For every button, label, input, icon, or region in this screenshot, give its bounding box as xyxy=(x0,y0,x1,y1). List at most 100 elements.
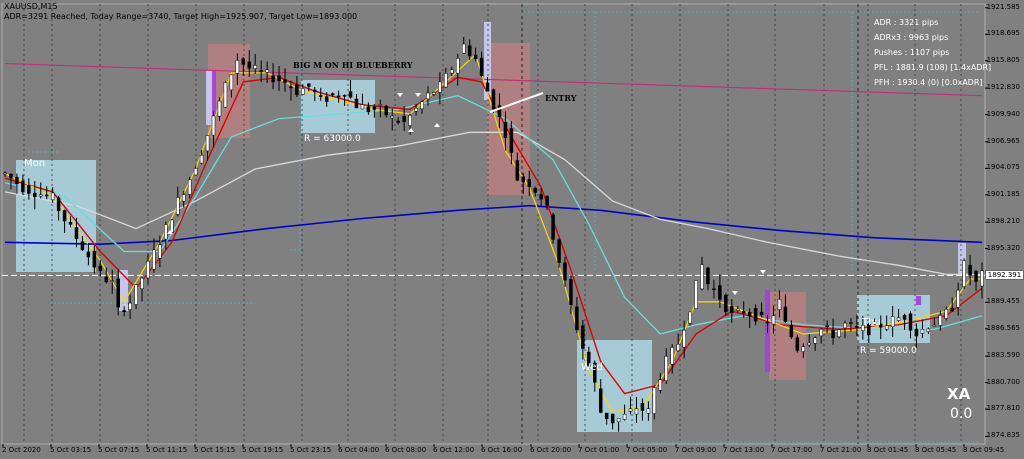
candle-body xyxy=(360,104,365,110)
candle-body xyxy=(950,307,954,312)
candle-body xyxy=(247,61,251,69)
time-tick-label: 8 Oct 01:45 xyxy=(867,446,909,454)
annotation-range-2: R = 59000.0 xyxy=(860,346,917,356)
price-tick-label: 1904.075 xyxy=(986,163,1020,172)
candle-body xyxy=(575,306,579,331)
candle-body xyxy=(682,329,686,348)
info-adrx3: ADRx3 : 9963 pips xyxy=(874,33,949,42)
candle-body xyxy=(688,311,692,324)
current-price-tag: 1892.391 xyxy=(985,270,1024,281)
info-pfl: PFL : 1881.9 (108) [1.4xADR] xyxy=(874,63,992,72)
candle-body xyxy=(837,329,841,338)
candle-body xyxy=(235,60,240,74)
candle-body xyxy=(193,168,198,176)
candle-body xyxy=(533,187,537,193)
candle-body xyxy=(730,306,734,314)
candle-body xyxy=(128,302,132,310)
candle-body xyxy=(164,224,168,240)
info-pushes: Pushes : 1107 pips xyxy=(874,48,950,57)
time-tick-label: 5 Oct 23:15 xyxy=(290,446,332,454)
candle-body xyxy=(408,115,412,126)
price-tick-label: 1886.565 xyxy=(986,323,1020,332)
price-tick-label: 1921.585 xyxy=(986,2,1020,11)
candle-body xyxy=(414,107,418,112)
range-box-mon xyxy=(16,160,96,272)
candle-body xyxy=(628,408,633,412)
candle-body xyxy=(736,308,740,311)
signal-arrow-icon xyxy=(397,93,403,97)
time-tick-label: 5 Oct 07:15 xyxy=(98,446,140,454)
annotation-blueberry: BIG M ON HI BLUEBERRY xyxy=(293,60,413,70)
candle-body xyxy=(217,100,222,117)
candle-body xyxy=(211,115,216,136)
candle-body xyxy=(307,83,311,87)
candle-body xyxy=(33,192,37,198)
price-tick-label: 1883.590 xyxy=(986,351,1020,360)
time-tick-label: 5 Oct 19:15 xyxy=(242,446,284,454)
candle-body xyxy=(44,194,49,197)
price-tick-label: 1909.940 xyxy=(986,109,1020,118)
candle-body xyxy=(747,312,752,317)
candle-body xyxy=(801,346,806,352)
brand-name: XA xyxy=(947,385,971,403)
candle-body xyxy=(521,176,526,183)
candle-body xyxy=(473,54,478,60)
candle-body xyxy=(390,115,394,119)
candle-body xyxy=(50,192,55,201)
time-tick-label: 7 Oct 17:00 xyxy=(771,446,813,454)
annotation-range-1: R = 63000.0 xyxy=(304,134,361,144)
candle-body xyxy=(170,219,174,233)
candle-body xyxy=(68,222,73,225)
time-tick-label: 7 Oct 09:00 xyxy=(675,446,717,454)
candle-body xyxy=(724,294,728,313)
candle-body xyxy=(598,388,603,413)
candle-body xyxy=(509,128,514,153)
info-pfh: PFH : 1930.4 (0) [0.0xADR] xyxy=(874,78,983,87)
candle-body xyxy=(241,58,246,65)
candle-body xyxy=(539,194,543,200)
candle-body xyxy=(694,280,698,310)
signal-arrow-icon xyxy=(408,128,414,132)
candle-body xyxy=(646,408,651,414)
candle-body xyxy=(289,86,293,89)
candle-body xyxy=(9,173,13,179)
time-tick-label: 6 Oct 08:00 xyxy=(385,446,427,454)
day-label-mon: Mon xyxy=(24,158,46,169)
candle-body xyxy=(134,284,138,305)
signal-arrow-icon xyxy=(434,123,440,127)
chart-area[interactable]: XAUUSD,M15 ADR=3291 Reached, Today Range… xyxy=(0,0,1024,459)
marker-bar-7 xyxy=(916,296,921,305)
time-tick-label: 6 Oct 04:00 xyxy=(338,446,380,454)
candle-body xyxy=(712,288,716,291)
time-tick-label: 7 Oct 01:00 xyxy=(578,446,620,454)
candle-body xyxy=(283,79,287,83)
candle-body xyxy=(277,75,281,82)
candle-body xyxy=(146,260,150,279)
marker-bar-5 xyxy=(212,70,216,118)
candle-body xyxy=(187,179,192,195)
candle-body xyxy=(658,379,663,391)
price-tick-label: 1889.455 xyxy=(986,297,1020,306)
candle-body xyxy=(968,264,972,276)
candle-body xyxy=(444,73,448,88)
candle-body xyxy=(902,315,907,320)
ma-line-blue xyxy=(4,204,983,246)
candle-body xyxy=(795,337,800,351)
time-tick-label: 5 Oct 15:15 xyxy=(194,446,236,454)
candle-body xyxy=(622,414,627,420)
candle-body xyxy=(318,95,323,97)
candle-body xyxy=(503,121,508,139)
candle-body xyxy=(807,342,811,346)
candle-body xyxy=(884,325,889,330)
candle-body xyxy=(3,172,7,175)
candle-body xyxy=(962,260,966,287)
candle-body xyxy=(92,250,97,268)
candle-body xyxy=(432,92,436,95)
candle-body xyxy=(890,316,895,327)
candle-body xyxy=(908,313,913,331)
time-tick-label: 8 Oct 05:45 xyxy=(915,446,957,454)
candle-body xyxy=(21,180,25,193)
candle-body xyxy=(116,278,120,308)
candle-body xyxy=(569,279,573,305)
candle-body xyxy=(676,344,680,352)
